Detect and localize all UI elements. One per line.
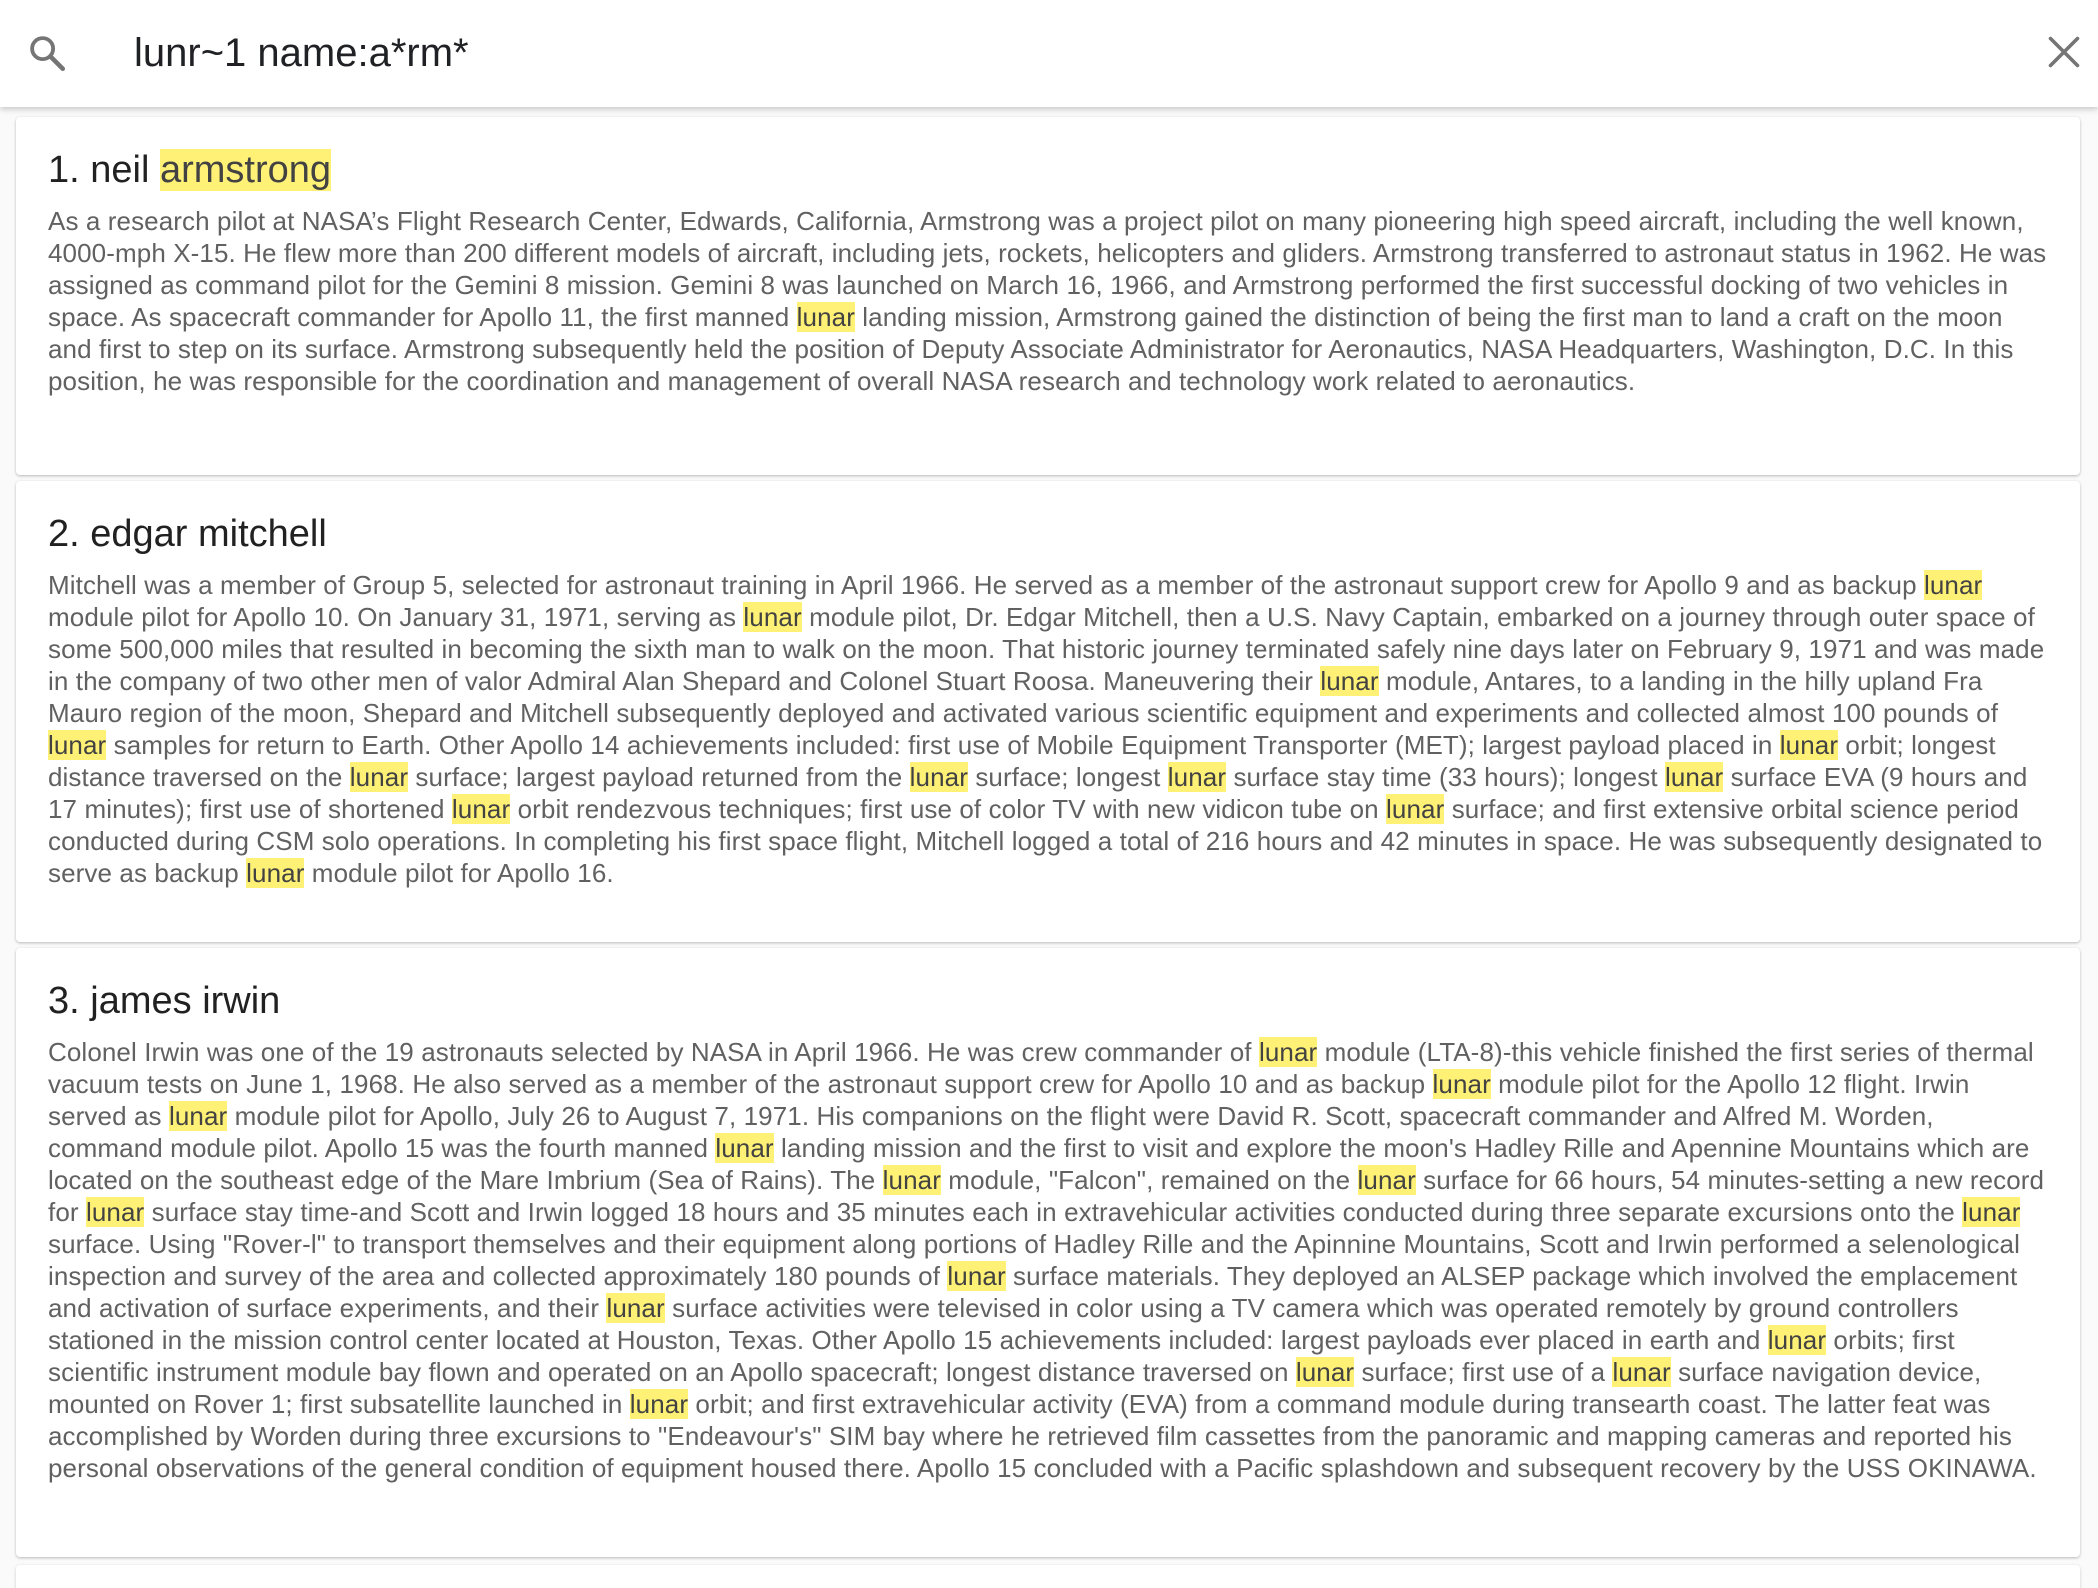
result-description: Mitchell was a member of Group 5, select… xyxy=(48,569,2048,889)
search-match-highlight: lunar xyxy=(1767,1325,1827,1355)
result-title: 3. james irwin xyxy=(48,948,2048,1024)
text-segment: Mitchell was a member of Group 5, select… xyxy=(48,570,1924,600)
text-segment: module pilot for Apollo 16. xyxy=(304,858,614,888)
text-segment: surface; first use of a xyxy=(1354,1357,1613,1387)
search-match-highlight: lunar xyxy=(1386,794,1445,824)
results-list: 1. neil armstrong As a research pilot at… xyxy=(0,107,2098,1588)
search-match-highlight: lunar xyxy=(1779,730,1839,760)
result-card[interactable]: 2. edgar mitchell Mitchell was a member … xyxy=(16,481,2080,942)
result-title: 2. edgar mitchell xyxy=(48,481,2048,557)
result-name: neil armstrong xyxy=(90,149,332,191)
text-segment: surface; longest xyxy=(968,762,1168,792)
result-number: 2. xyxy=(48,513,80,555)
search-match-highlight: lunar xyxy=(1962,1197,2021,1227)
search-match-highlight: lunar xyxy=(1357,1165,1416,1195)
search-match-highlight: lunar xyxy=(882,1165,941,1195)
result-number: 3. xyxy=(48,980,80,1022)
text-segment: module pilot for Apollo 10. On January 3… xyxy=(48,602,744,632)
text-segment: Colonel Irwin was one of the 19 astronau… xyxy=(48,1037,1259,1067)
search-match-highlight: lunar xyxy=(48,730,107,760)
search-match-highlight: lunar xyxy=(246,858,305,888)
search-match-highlight: lunar xyxy=(1665,762,1724,792)
search-match-highlight: lunar xyxy=(715,1133,774,1163)
search-match-highlight: lunar xyxy=(1432,1069,1491,1099)
search-match-highlight: lunar xyxy=(1258,1037,1318,1067)
search-match-highlight: lunar xyxy=(451,794,511,824)
search-match-highlight: lunar xyxy=(1320,666,1379,696)
search-input[interactable] xyxy=(134,22,1934,84)
result-title: 1. neil armstrong xyxy=(48,117,2048,193)
search-match-highlight: lunar xyxy=(349,762,409,792)
search-match-highlight: lunar xyxy=(168,1101,228,1131)
text-segment: james irwin xyxy=(90,980,281,1022)
text-segment: neil xyxy=(90,149,160,191)
result-name: edgar mitchell xyxy=(90,513,327,555)
search-match-highlight: lunar xyxy=(1167,762,1227,792)
search-match-highlight: lunar xyxy=(1923,570,1983,600)
result-name: james irwin xyxy=(90,980,280,1022)
search-match-highlight: lunar xyxy=(1295,1357,1355,1387)
text-segment: surface stay time-and Scott and Irwin lo… xyxy=(144,1197,1963,1227)
search-match-highlight: lunar xyxy=(947,1261,1006,1291)
close-icon[interactable] xyxy=(2046,34,2082,70)
text-segment: module, "Falcon", remained on the xyxy=(940,1165,1358,1195)
result-card[interactable]: 3. james irwin Colonel Irwin was one of … xyxy=(16,948,2080,1557)
search-match-highlight: lunar xyxy=(85,1197,145,1227)
search-match-highlight: lunar xyxy=(743,602,802,632)
text-segment: orbit rendezvous techniques; first use o… xyxy=(510,794,1387,824)
search-match-highlight: lunar xyxy=(606,1293,665,1323)
result-description: As a research pilot at NASA’s Flight Res… xyxy=(48,205,2048,397)
text-segment: surface; largest payload returned from t… xyxy=(408,762,910,792)
search-match-highlight: lunar xyxy=(629,1389,689,1419)
text-segment: surface stay time (33 hours); longest xyxy=(1226,762,1665,792)
text-segment: edgar mitchell xyxy=(90,513,327,555)
text-segment: samples for return to Earth. Other Apoll… xyxy=(106,730,1780,760)
result-card-partial[interactable] xyxy=(16,1565,2080,1588)
search-bar xyxy=(0,0,2098,107)
search-match-highlight: lunar xyxy=(909,762,968,792)
result-number: 1. xyxy=(48,149,80,191)
result-description: Colonel Irwin was one of the 19 astronau… xyxy=(48,1036,2048,1484)
search-match-highlight: lunar xyxy=(1612,1357,1671,1387)
search-match-highlight: lunar xyxy=(796,302,855,332)
result-card[interactable]: 1. neil armstrong As a research pilot at… xyxy=(16,117,2080,475)
search-match-highlight: armstrong xyxy=(159,149,332,191)
search-icon[interactable] xyxy=(26,32,68,74)
